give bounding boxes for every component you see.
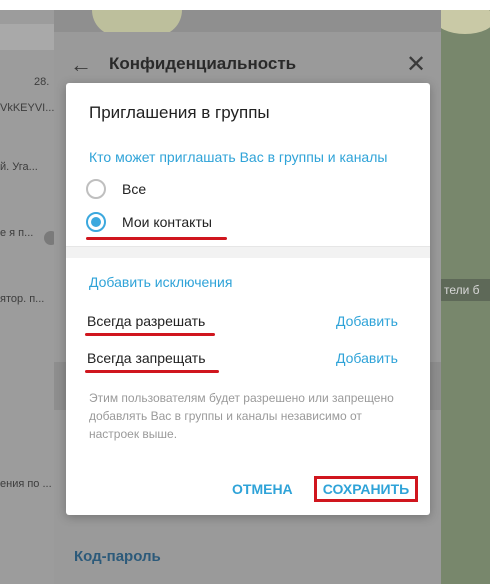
option-everybody[interactable]: Все (86, 176, 146, 202)
window-top-strip (0, 0, 490, 10)
group-invites-dialog: Приглашения в группы Кто может приглашат… (66, 83, 430, 515)
annotation-underline (86, 237, 227, 240)
always-allow-add-link[interactable]: Добавить (336, 313, 398, 329)
pinned-message[interactable]: тели б (441, 279, 490, 301)
panel-title: Конфиденциальность (109, 54, 297, 73)
option-label: Все (122, 181, 147, 197)
annotation-underline (85, 333, 215, 336)
annotation-underline (85, 370, 219, 373)
save-button[interactable]: СОХРАНИТЬ (314, 476, 418, 502)
always-allow-label[interactable]: Всегда разрешать (87, 313, 205, 329)
background-flower (441, 10, 490, 34)
add-exceptions-title: Добавить исключения (89, 274, 233, 290)
chat-preview[interactable]: е я п... (0, 227, 33, 239)
always-deny-add-link[interactable]: Добавить (336, 350, 398, 366)
option-my-contacts[interactable]: Мои контакты (86, 209, 212, 235)
cancel-button[interactable]: ОТМЕНА (232, 476, 293, 502)
chat-preview[interactable]: ения по ... (0, 478, 52, 490)
chat-background: тели б (441, 10, 490, 584)
dialog-title: Приглашения в группы (89, 103, 270, 122)
chat-list: 28. VkKEYVI... й. Уга... е я п... ятор. … (0, 10, 54, 584)
section-divider (66, 246, 430, 258)
chat-search[interactable] (0, 24, 54, 50)
chat-preview[interactable]: ятор. п... (0, 293, 44, 305)
chat-date: 28. (34, 76, 50, 88)
always-deny-label[interactable]: Всегда запрещать (87, 350, 206, 366)
passcode-link[interactable]: Код-пароль (74, 548, 161, 565)
exceptions-note: Этим пользователям будет разрешено или з… (89, 391, 394, 441)
close-icon[interactable]: ✕ (406, 50, 426, 79)
radio-button-selected[interactable] (86, 212, 106, 232)
who-can-invite-title: Кто может приглашать Вас в группы и кана… (89, 149, 388, 165)
radio-button[interactable] (86, 179, 106, 199)
chat-preview[interactable]: й. Уга... (0, 161, 38, 173)
unread-badge (44, 231, 54, 245)
chat-preview[interactable]: VkKEYVI... (0, 102, 54, 114)
option-label: Мои контакты (122, 214, 212, 230)
back-arrow-icon[interactable]: ← (70, 52, 92, 78)
